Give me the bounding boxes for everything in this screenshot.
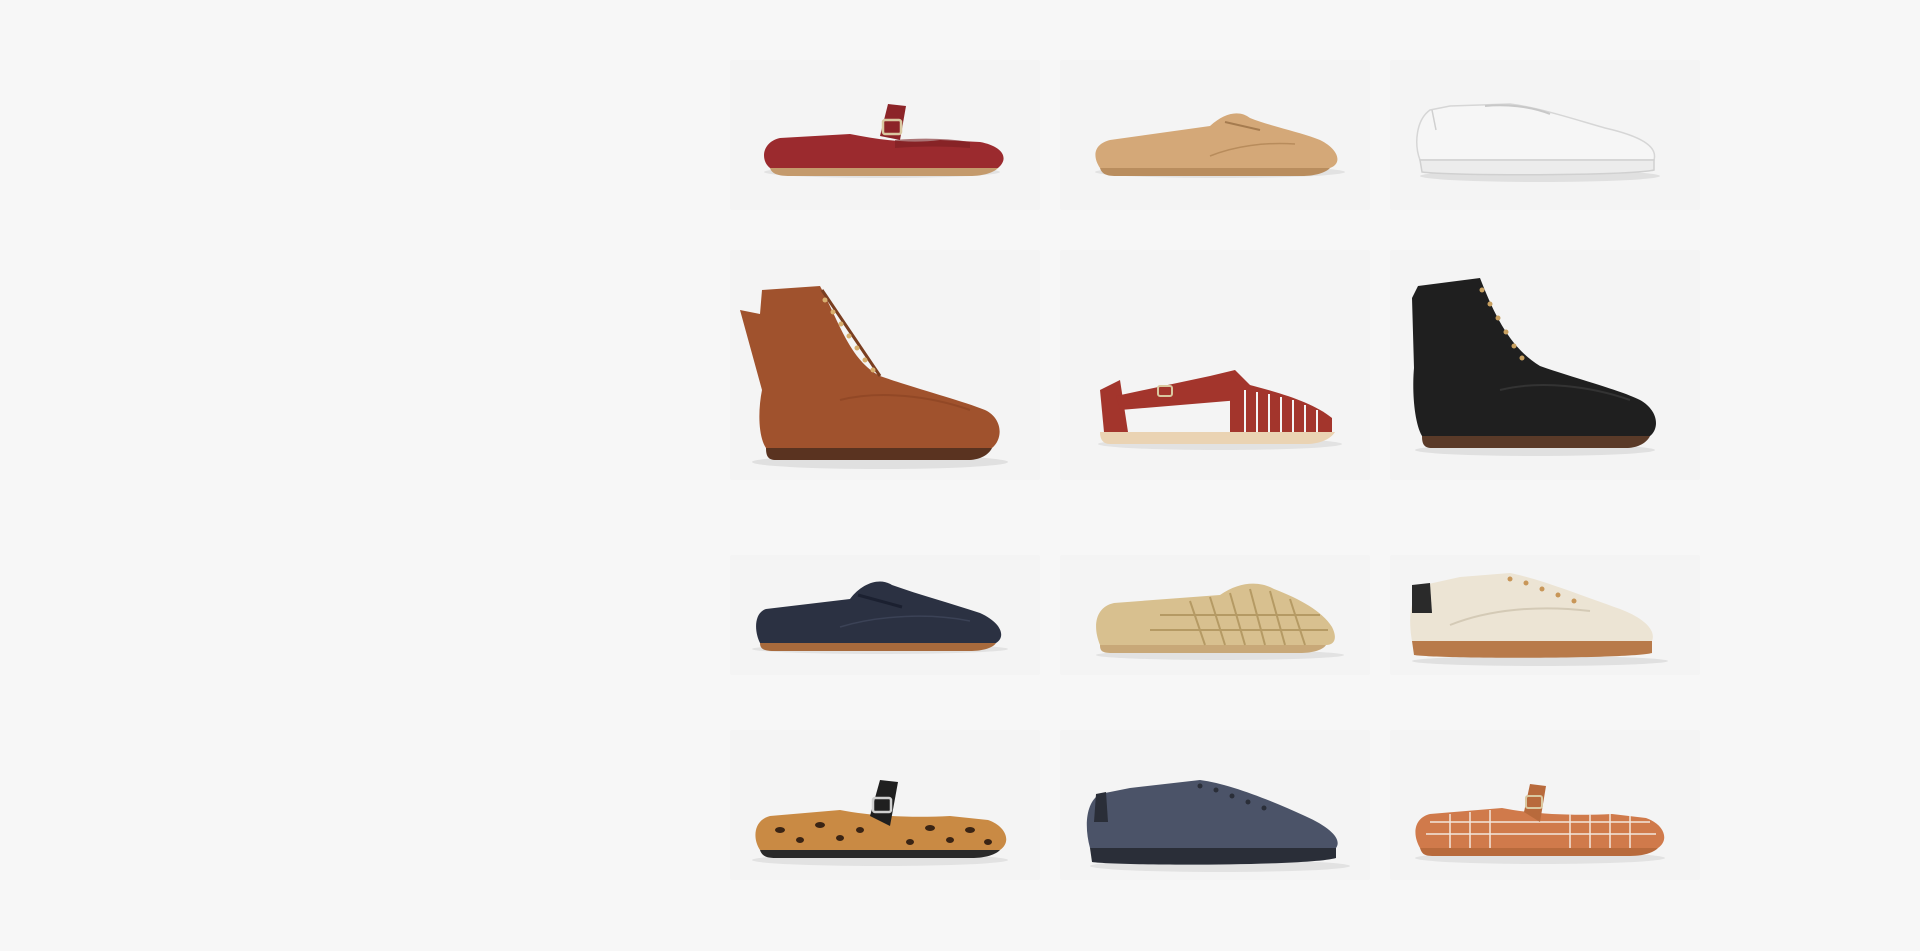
product-grid <box>730 55 1750 885</box>
product-tile-navy-leather-derby[interactable] <box>730 555 1040 675</box>
gold-woven-huarache-image <box>1096 583 1344 660</box>
cream-lace-sneaker-image <box>1410 573 1668 666</box>
product-tile-navy-canvas-sneaker[interactable] <box>1060 730 1370 880</box>
product-gallery-page <box>0 0 1920 951</box>
product-tile-brown-leather-lace-up-boot[interactable] <box>730 250 1040 480</box>
red-mary-jane-flat-image <box>764 104 1004 178</box>
white-leather-sneaker-image <box>1416 103 1660 182</box>
black-leather-lace-up-boot-image <box>1412 278 1656 456</box>
product-tile-tan-woven-mary-jane[interactable] <box>1390 730 1700 880</box>
product-tile-gold-woven-huarache[interactable] <box>1060 555 1370 675</box>
product-tile-red-mary-jane-flat[interactable] <box>730 60 1040 210</box>
leopard-mary-jane-flat-image <box>752 780 1008 866</box>
navy-leather-derby-image <box>752 581 1008 654</box>
product-tile-cream-lace-sneaker[interactable] <box>1390 555 1700 675</box>
tan-woven-mary-jane-image <box>1415 784 1665 864</box>
red-woven-sandal-image <box>1098 370 1342 450</box>
product-tile-red-woven-sandal[interactable] <box>1060 250 1370 480</box>
navy-canvas-sneaker-image <box>1086 780 1350 872</box>
product-tile-black-leather-lace-up-boot[interactable] <box>1390 250 1700 480</box>
brown-leather-lace-up-boot-image <box>740 286 1008 469</box>
tan-suede-lace-up-image <box>1095 113 1345 178</box>
product-tile-leopard-mary-jane-flat[interactable] <box>730 730 1040 880</box>
product-tile-tan-suede-lace-up[interactable] <box>1060 60 1370 210</box>
product-tile-white-leather-sneaker[interactable] <box>1390 60 1700 210</box>
